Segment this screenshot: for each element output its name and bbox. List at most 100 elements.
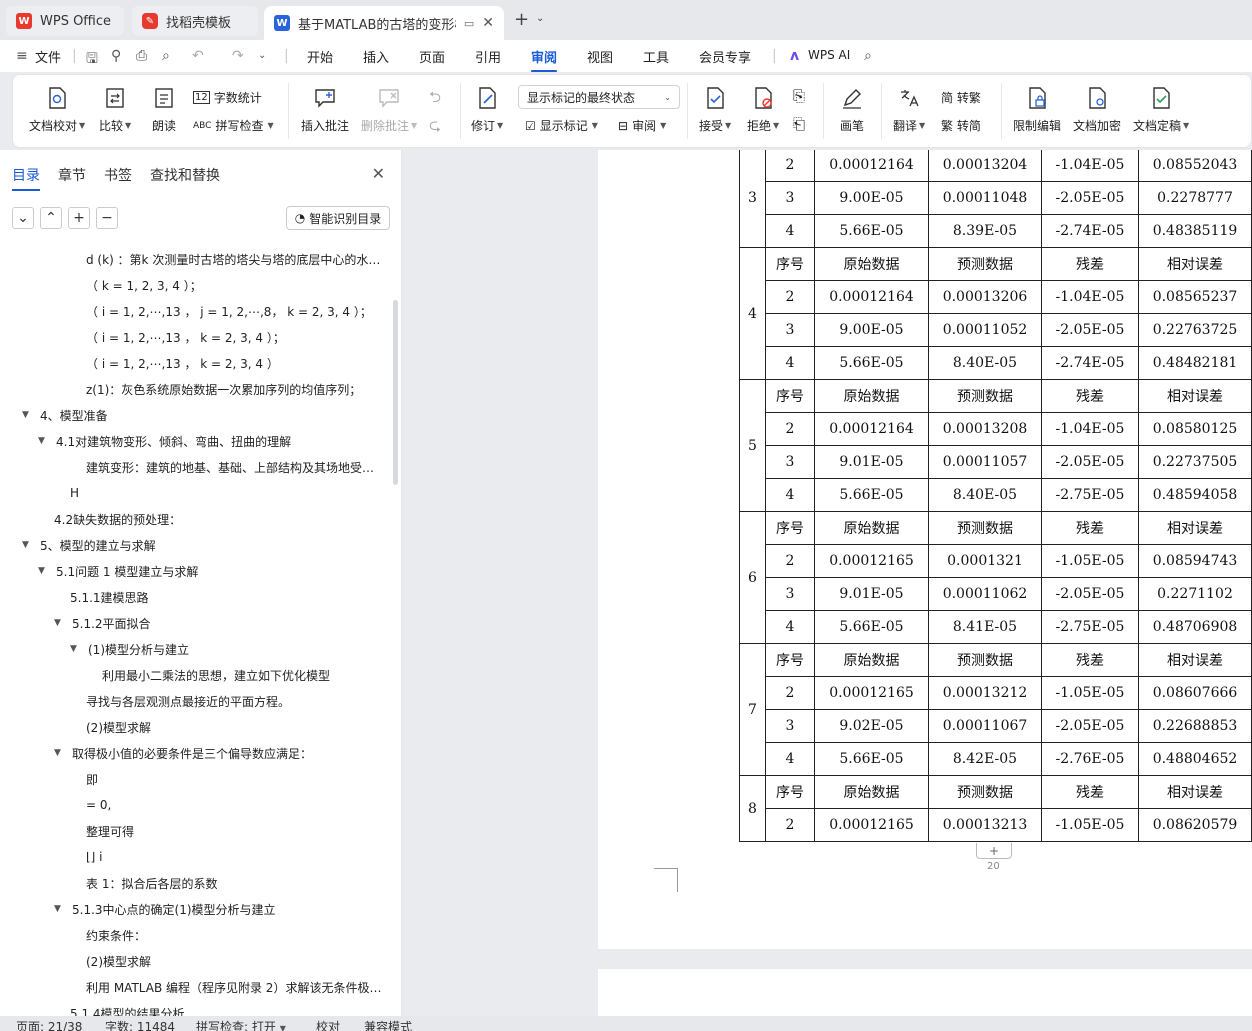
hamburger-icon[interactable]: ≡ bbox=[16, 48, 28, 64]
toc-item[interactable]: 建筑变形：建筑的地基、基础、上部结构及其场地受各种作用力 bbox=[86, 454, 384, 480]
doc-finalize-button[interactable]: 文档定稿 ▼ bbox=[1133, 85, 1189, 134]
remove-heading-button[interactable]: − bbox=[96, 207, 118, 229]
delete-comment-button[interactable]: 删除批注 ▼ bbox=[361, 85, 417, 134]
add-row-button[interactable]: + bbox=[976, 843, 1012, 859]
translate-button[interactable]: 翻译 ▼ bbox=[893, 85, 925, 134]
toc-item[interactable]: z(1)：灰色系统原始数据一次累加序列的均值序列； bbox=[86, 376, 384, 402]
link-icon[interactable]: ⚲ bbox=[111, 48, 121, 64]
toc-item[interactable]: 表 1：拟合后各层的系数 bbox=[86, 870, 384, 896]
toc-item[interactable]: ▼ 5.1.3中心点的确定(1)模型分析与建立 bbox=[54, 896, 384, 922]
save-icon[interactable]: 🖫 bbox=[86, 48, 98, 72]
word-count-button[interactable]: 12 字数统计 bbox=[193, 89, 262, 106]
tab-template[interactable]: ✎ 找稻壳模板 bbox=[132, 6, 258, 36]
reject-button[interactable]: 拒绝 ▼ bbox=[747, 85, 779, 134]
spell-check-button[interactable]: ABC 拼写检查 ▼ bbox=[193, 117, 274, 134]
toc-item[interactable]: d (k) ：第k 次测量时古塔的塔尖与塔的底层中心的水平距离 bbox=[86, 246, 384, 272]
doc-encrypt-button[interactable]: 文档加密 bbox=[1073, 85, 1121, 134]
wps-ai-icon[interactable]: ʌ bbox=[790, 48, 799, 64]
add-heading-button[interactable]: + bbox=[68, 207, 90, 229]
next-comment-icon[interactable]: ⮎ bbox=[429, 115, 441, 140]
next-document-page[interactable] bbox=[598, 969, 1252, 1016]
new-tab-icon[interactable]: + bbox=[514, 9, 529, 30]
doc-check-button[interactable]: 文档校对 ▼ bbox=[29, 85, 85, 134]
collapse-up-button[interactable]: ⌃ bbox=[40, 207, 62, 229]
expand-triangle-icon[interactable]: ▼ bbox=[38, 566, 50, 576]
toc-item[interactable]: （ k = 1, 2, 3, 4 ）； bbox=[86, 272, 384, 298]
page-indicator[interactable]: 页面: 21/38 bbox=[16, 1018, 82, 1031]
toc-item[interactable]: 约束条件： bbox=[86, 922, 384, 948]
toc-item[interactable]: ▼ 4.1对建筑物变形、倾斜、弯曲、扭曲的理解 bbox=[38, 428, 384, 454]
nav-tab-find-replace[interactable]: 查找和替换 bbox=[150, 165, 220, 185]
smart-toc-button[interactable]: ◔ 智能识别目录 bbox=[286, 206, 390, 230]
nav-scrollbar[interactable] bbox=[393, 300, 398, 485]
toc-item[interactable]: ▼ 5、模型的建立与求解 bbox=[22, 532, 384, 558]
toc-item[interactable]: 即 bbox=[86, 766, 384, 792]
toc-item[interactable]: ▼ (1)模型分析与建立 bbox=[70, 636, 384, 662]
nav-tab-toc[interactable]: 目录 bbox=[12, 165, 40, 191]
toc-item[interactable]: H bbox=[70, 480, 384, 506]
track-changes-button[interactable]: 修订 ▼ bbox=[471, 85, 503, 134]
pen-button[interactable]: 画笔 bbox=[839, 85, 865, 134]
menu-member[interactable]: 会员专享 bbox=[699, 47, 751, 66]
toc-item[interactable]: (2)模型求解 bbox=[86, 948, 384, 974]
window-icon[interactable]: ▭ bbox=[464, 17, 474, 30]
expand-triangle-icon[interactable]: ▼ bbox=[22, 540, 34, 550]
menu-wps-ai[interactable]: WPS AI bbox=[808, 48, 850, 62]
expand-triangle-icon[interactable]: ▼ bbox=[54, 748, 66, 758]
show-markup-button[interactable]: ☑ 显示标记 ▼ bbox=[525, 117, 598, 134]
to-simplified-button[interactable]: 繁 转简 bbox=[941, 117, 981, 134]
to-traditional-button[interactable]: 简 转繁 bbox=[941, 89, 981, 106]
expand-triangle-icon[interactable]: ▼ bbox=[54, 904, 66, 914]
toc-item[interactable]: ▼ 取得极小值的必要条件是三个偏导数应满足： bbox=[54, 740, 384, 766]
menu-review[interactable]: 审阅 bbox=[531, 47, 558, 72]
collapse-down-button[interactable]: ⌄ bbox=[12, 207, 34, 229]
read-aloud-button[interactable]: 朗读 bbox=[151, 85, 177, 134]
menu-start[interactable]: 开始 bbox=[307, 47, 333, 66]
accept-button[interactable]: 接受 ▼ bbox=[699, 85, 731, 134]
menu-tools[interactable]: 工具 bbox=[643, 47, 669, 66]
compare-button[interactable]: 比较 ▼ bbox=[99, 85, 131, 134]
menu-page[interactable]: 页面 bbox=[419, 47, 445, 66]
proofread-indicator[interactable]: 校对 bbox=[316, 1018, 340, 1031]
tab-wps-office[interactable]: W WPS Office bbox=[6, 6, 124, 36]
prev-comment-icon[interactable]: ⮌ bbox=[429, 87, 441, 112]
expand-triangle-icon[interactable]: ▼ bbox=[70, 644, 82, 654]
undo-icon[interactable]: ↶ bbox=[192, 48, 204, 64]
menu-view[interactable]: 视图 bbox=[587, 47, 613, 66]
nav-tab-chapters[interactable]: 章节 bbox=[58, 165, 86, 185]
menu-insert[interactable]: 插入 bbox=[363, 47, 389, 66]
restrict-edit-button[interactable]: 限制编辑 bbox=[1013, 85, 1061, 134]
toc-item[interactable]: 寻找与各层观测点最接近的平面方程。 bbox=[86, 688, 384, 714]
toc-item[interactable]: 利用最小二乘法的思想，建立如下优化模型 bbox=[102, 662, 384, 688]
toc-item[interactable]: = 0, bbox=[86, 792, 384, 818]
toc-item[interactable]: ▼ 5.1.2平面拟合 bbox=[54, 610, 384, 636]
print-icon[interactable]: ⎙ bbox=[136, 48, 147, 64]
menu-file[interactable]: 文件 bbox=[35, 47, 61, 66]
toc-item[interactable]: 整理可得 bbox=[86, 818, 384, 844]
print-preview-icon[interactable]: ⌕ bbox=[162, 48, 170, 64]
document-page[interactable]: 3 2 0.00012164 0.00013204 -1.04E-05 0.0855204… bbox=[598, 150, 1252, 949]
markup-state-select[interactable]: 显示标记的最终状态 ⌄ bbox=[518, 85, 680, 109]
chevron-down-icon[interactable]: ⌄ bbox=[536, 13, 544, 24]
menu-reference[interactable]: 引用 bbox=[475, 47, 501, 66]
expand-triangle-icon[interactable]: ▼ bbox=[54, 618, 66, 628]
toc-item[interactable]: (2)模型求解 bbox=[86, 714, 384, 740]
nav-tab-bookmarks[interactable]: 书签 bbox=[104, 165, 132, 185]
toc-item[interactable]: 4.2缺失数据的预处理： bbox=[54, 506, 384, 532]
more-chevron-icon[interactable]: ⌄ bbox=[258, 50, 266, 61]
toc-item[interactable]: 5.1.4模型的结果分析 bbox=[70, 1000, 384, 1017]
word-count-indicator[interactable]: 字数: 11484 bbox=[105, 1018, 175, 1031]
toc-item[interactable]: （ i = 1, 2,⋯,13 ， k = 2, 3, 4 ） bbox=[86, 350, 384, 376]
expand-triangle-icon[interactable]: ▼ bbox=[22, 410, 34, 420]
close-tab-icon[interactable]: ✕ bbox=[482, 15, 494, 31]
insert-comment-button[interactable]: 插入批注 bbox=[301, 85, 349, 134]
tab-document[interactable]: W 基于MATLAB的古塔的变形模 ▭ ✕ bbox=[264, 6, 504, 40]
next-change-icon[interactable]: ⎗ bbox=[793, 115, 805, 133]
redo-icon[interactable]: ↷ bbox=[232, 48, 244, 64]
close-icon[interactable]: ✕ bbox=[372, 164, 385, 183]
toc-item[interactable]: （ i = 1, 2,⋯,13 ， k = 2, 3, 4 ）； bbox=[86, 324, 384, 350]
expand-triangle-icon[interactable]: ▼ bbox=[38, 436, 50, 446]
prev-change-icon[interactable]: ⎘ bbox=[793, 87, 805, 105]
review-pane-button[interactable]: ⊟ 审阅 ▼ bbox=[618, 117, 666, 134]
toc-item[interactable]: ▼ 4、模型准备 bbox=[22, 402, 384, 428]
